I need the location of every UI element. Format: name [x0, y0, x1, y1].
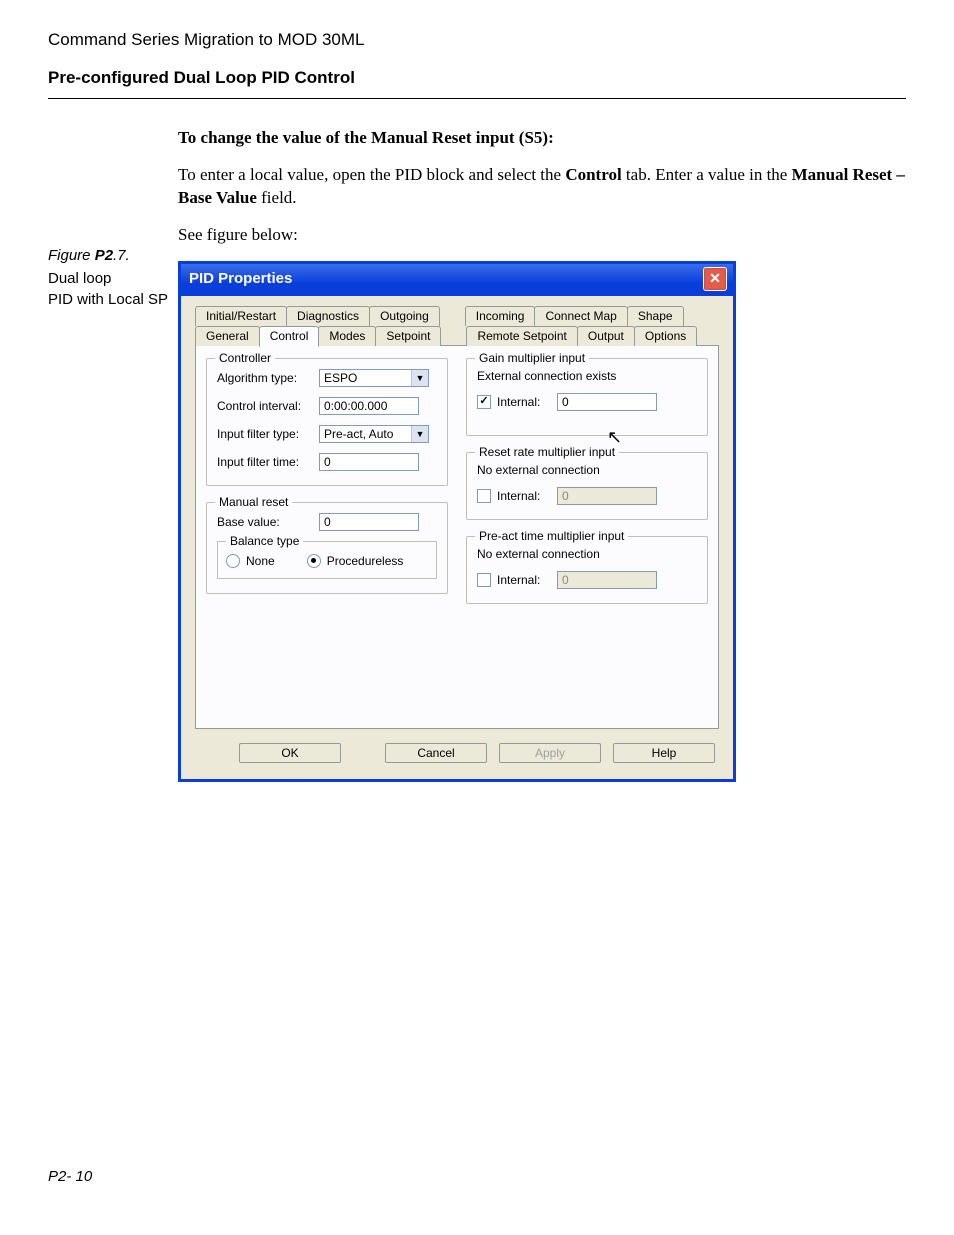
reset-rate-internal-label: Internal: — [497, 489, 557, 503]
gain-internal-label: Internal: — [497, 395, 557, 409]
tab-connect-map[interactable]: Connect Map — [534, 306, 627, 326]
dialog-title: PID Properties — [189, 270, 292, 287]
input-filter-type-combo[interactable]: Pre-act, Auto ▼ — [319, 425, 429, 443]
preact-status: No external connection — [477, 547, 697, 561]
input-filter-time-input[interactable] — [319, 453, 419, 471]
algorithm-type-combo[interactable]: ESPO ▼ — [319, 369, 429, 387]
tab-outgoing[interactable]: Outgoing — [369, 306, 440, 326]
tab-incoming[interactable]: Incoming — [465, 306, 536, 326]
figure-caption-line2: PID with Local SP — [48, 291, 178, 308]
radio-icon — [226, 554, 240, 568]
radio-icon — [307, 554, 321, 568]
balance-procedureless-label: Procedureless — [327, 554, 404, 568]
tab-modes[interactable]: Modes — [318, 326, 376, 346]
chevron-down-icon: ▼ — [411, 370, 428, 386]
tab-output[interactable]: Output — [577, 326, 635, 346]
controller-legend: Controller — [215, 351, 275, 365]
reset-rate-group: Reset rate multiplier input No external … — [466, 452, 708, 520]
gain-legend: Gain multiplier input — [475, 351, 589, 365]
base-value-input[interactable] — [319, 513, 419, 531]
reset-rate-internal-input — [557, 487, 657, 505]
preact-internal-input — [557, 571, 657, 589]
pid-properties-dialog: PID Properties ✕ Initial/Restart Diagnos… — [178, 261, 736, 782]
close-icon: ✕ — [709, 270, 721, 287]
tab-general[interactable]: General — [195, 326, 260, 346]
paragraph-1: To enter a local value, open the PID blo… — [178, 164, 906, 210]
divider — [48, 98, 906, 99]
cancel-button[interactable]: Cancel — [385, 743, 487, 763]
preact-internal-checkbox[interactable] — [477, 573, 491, 587]
preact-group: Pre-act time multiplier input No externa… — [466, 536, 708, 604]
algorithm-type-value: ESPO — [320, 370, 411, 386]
control-interval-label: Control interval: — [217, 399, 319, 413]
section-heading: To change the value of the Manual Reset … — [178, 127, 906, 150]
manual-reset-legend: Manual reset — [215, 495, 292, 509]
tab-options[interactable]: Options — [634, 326, 697, 346]
balance-none-label: None — [246, 554, 275, 568]
tab-initial-restart[interactable]: Initial/Restart — [195, 306, 287, 326]
reset-rate-status: No external connection — [477, 463, 697, 477]
input-filter-time-label: Input filter time: — [217, 455, 319, 469]
paragraph-2: See figure below: — [178, 224, 906, 247]
manual-reset-group: Manual reset Base value: Balance type — [206, 502, 448, 594]
gain-status: External connection exists — [477, 369, 697, 383]
doc-subheader: Pre-configured Dual Loop PID Control — [48, 68, 906, 88]
input-filter-type-value: Pre-act, Auto — [320, 426, 411, 442]
base-value-label: Base value: — [217, 515, 319, 529]
help-button[interactable]: Help — [613, 743, 715, 763]
tab-diagnostics[interactable]: Diagnostics — [286, 306, 370, 326]
page-number: P2- 10 — [48, 1168, 92, 1185]
gain-internal-checkbox[interactable]: ✓ — [477, 395, 491, 409]
figure-label: Figure P2.7. — [48, 247, 178, 264]
gain-multiplier-group: Gain multiplier input External connectio… — [466, 358, 708, 436]
control-interval-input[interactable] — [319, 397, 419, 415]
close-button[interactable]: ✕ — [703, 267, 727, 291]
titlebar[interactable]: PID Properties ✕ — [181, 264, 733, 296]
balance-type-legend: Balance type — [226, 534, 303, 548]
apply-button: Apply — [499, 743, 601, 763]
preact-legend: Pre-act time multiplier input — [475, 529, 628, 543]
tab-setpoint[interactable]: Setpoint — [375, 326, 441, 346]
tab-shape[interactable]: Shape — [627, 306, 684, 326]
reset-rate-internal-checkbox[interactable] — [477, 489, 491, 503]
preact-internal-label: Internal: — [497, 573, 557, 587]
reset-rate-legend: Reset rate multiplier input — [475, 445, 619, 459]
gain-internal-input[interactable] — [557, 393, 657, 411]
tab-remote-setpoint[interactable]: Remote Setpoint — [466, 326, 577, 346]
tab-control[interactable]: Control — [259, 326, 320, 347]
balance-type-group: Balance type None Procedurel — [217, 541, 437, 579]
figure-caption-sidebar: Figure P2.7. Dual loop PID with Local SP — [48, 127, 178, 312]
chevron-down-icon: ▼ — [411, 426, 428, 442]
balance-procedureless-radio[interactable]: Procedureless — [307, 554, 404, 568]
balance-none-radio[interactable]: None — [226, 554, 275, 568]
algorithm-type-label: Algorithm type: — [217, 371, 319, 385]
input-filter-type-label: Input filter type: — [217, 427, 319, 441]
doc-header: Command Series Migration to MOD 30ML — [48, 30, 906, 50]
controller-group: Controller Algorithm type: ESPO ▼ C — [206, 358, 448, 486]
figure-caption-line1: Dual loop — [48, 270, 178, 287]
ok-button[interactable]: OK — [239, 743, 341, 763]
